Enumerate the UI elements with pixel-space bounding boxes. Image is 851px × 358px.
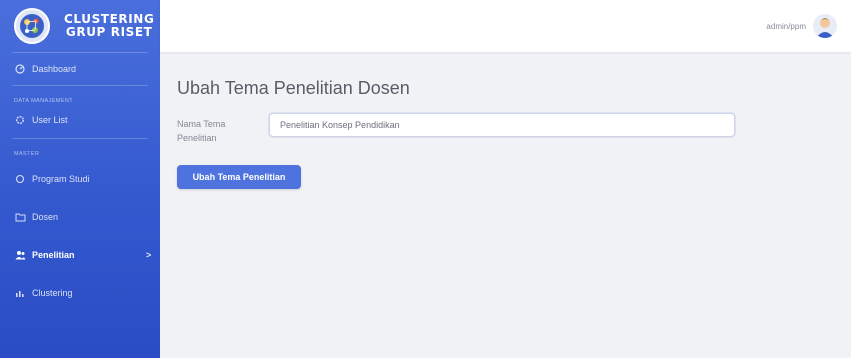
dashboard-icon (14, 63, 26, 75)
sidebar: CLUSTERING GRUP RISET Dashboard DATA MAN… (0, 0, 160, 358)
username[interactable]: admin/ppm (766, 22, 806, 31)
sidebar-item-dashboard[interactable]: Dashboard (0, 59, 160, 79)
sidebar-item-label: Penelitian (32, 250, 75, 260)
brand-logo-icon (14, 8, 50, 44)
sidebar-item-label: Program Studi (32, 174, 90, 184)
sidebar-item-label: Clustering (32, 288, 73, 298)
sidebar-item-clustering[interactable]: Clustering (0, 283, 160, 303)
ubah-tema-button[interactable]: Ubah Tema Penelitian (177, 165, 301, 189)
sidebar-section-heading: DATA MANAJEMENT (14, 98, 73, 104)
sidebar-item-user-list[interactable]: User List (0, 110, 160, 130)
page-header: Ubah Tema Penelitian Dosen (177, 78, 410, 99)
brand[interactable]: CLUSTERING GRUP RISET (0, 0, 160, 52)
sidebar-item-label: Dashboard (32, 64, 77, 74)
sidebar-item-label: Dosen (32, 212, 59, 222)
chart-icon (14, 287, 26, 299)
circle-icon (14, 173, 26, 185)
folder-icon (14, 211, 26, 223)
nama-tema-input[interactable] (269, 113, 735, 137)
label-line-2: Penelitian (177, 133, 217, 143)
user-menu[interactable]: admin/ppm (766, 14, 837, 38)
sidebar-item-program-studi[interactable]: Program Studi (0, 169, 160, 189)
chevron-right-icon[interactable]: > (146, 250, 151, 260)
topbar: admin/ppm (160, 0, 851, 52)
brand-line-2: GRUP RISET (65, 25, 153, 39)
avatar[interactable] (813, 14, 837, 38)
brand-name: CLUSTERING GRUP RISET (64, 13, 154, 39)
page-title: Ubah Tema Penelitian Dosen (177, 78, 410, 98)
gear-icon (14, 114, 26, 126)
label-line-1: Nama Tema (177, 119, 226, 129)
users-icon (14, 249, 26, 261)
sidebar-section-heading: MASTER (14, 151, 40, 157)
sidebar-item-dosen[interactable]: Dosen (0, 207, 160, 227)
nama-tema-label: Nama Tema Penelitian (177, 117, 257, 145)
form-group-nama-tema: Nama Tema Penelitian (177, 113, 737, 153)
sidebar-item-label: User List (32, 115, 68, 125)
sidebar-item-penelitian[interactable]: Penelitian > (0, 245, 160, 265)
